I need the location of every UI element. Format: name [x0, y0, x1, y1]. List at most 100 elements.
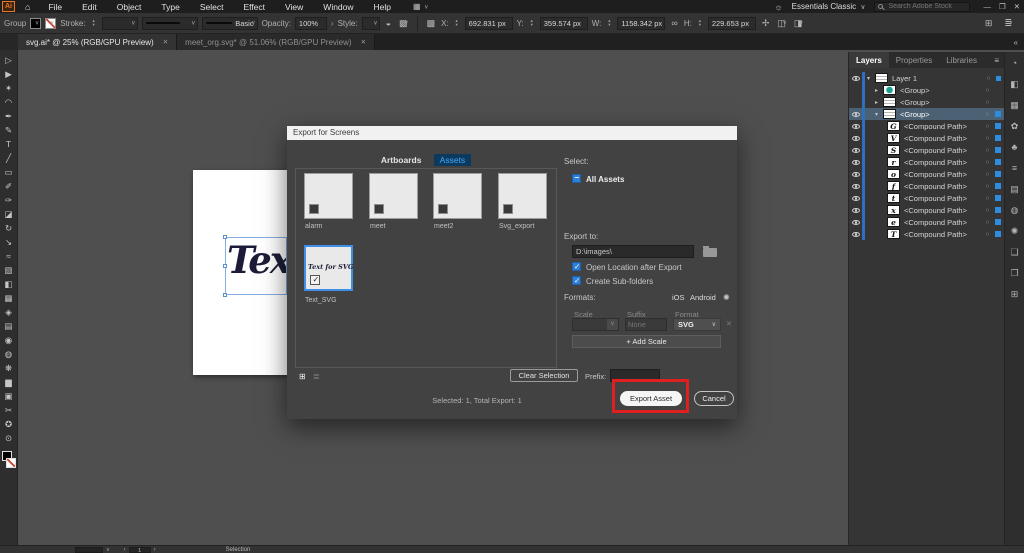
- layer-row[interactable]: r <Compound Path>: [849, 156, 1004, 168]
- isolate-mode-icon[interactable]: ◨: [792, 18, 805, 29]
- layer-row[interactable]: f <Compound Path>: [849, 180, 1004, 192]
- stroke-panel-icon[interactable]: ≡: [1012, 163, 1017, 184]
- visibility-toggle[interactable]: [849, 171, 862, 177]
- x-stepper[interactable]: [453, 17, 461, 30]
- color-panel-icon[interactable]: ◔: [1012, 58, 1017, 79]
- lasso-tool[interactable]: ◠: [0, 95, 17, 109]
- rectangle-tool[interactable]: ▭: [0, 165, 17, 179]
- visibility-toggle[interactable]: [849, 135, 862, 141]
- add-scale-button[interactable]: + Add Scale: [572, 335, 721, 348]
- layer-row[interactable]: t <Compound Path>: [849, 192, 1004, 204]
- lightbulb-icon[interactable]: ☼: [774, 2, 782, 12]
- stroke-weight-select[interactable]: [101, 16, 138, 30]
- gradient-tool[interactable]: ▤: [0, 319, 17, 333]
- layer-row[interactable]: Layer 1: [849, 72, 1004, 84]
- rotate-tool[interactable]: ↻: [0, 221, 17, 235]
- search-input[interactable]: [886, 2, 967, 11]
- clear-selection-button[interactable]: Clear Selection: [510, 369, 578, 382]
- brush-select[interactable]: Basic: [201, 16, 258, 30]
- asset-checkbox[interactable]: [438, 204, 448, 214]
- selection-indicator[interactable]: [995, 147, 1001, 153]
- symbol-sprayer-tool[interactable]: ❋: [0, 361, 17, 375]
- create-subfolders-checkbox[interactable]: [572, 276, 581, 285]
- remove-format-icon[interactable]: ✕: [726, 320, 732, 328]
- blend-tool[interactable]: ◍: [0, 347, 17, 361]
- direct-selection-tool[interactable]: ▶: [0, 67, 17, 81]
- asset-thumbnail-alarm[interactable]: [304, 173, 353, 219]
- menu-edit[interactable]: Edit: [72, 2, 107, 12]
- previous-artboard-icon[interactable]: ‹: [124, 547, 126, 553]
- visibility-toggle[interactable]: [849, 231, 862, 237]
- target-icon[interactable]: [982, 99, 993, 106]
- shape-builder-tool[interactable]: ◧: [0, 277, 17, 291]
- restore-button[interactable]: ❐: [999, 2, 1006, 11]
- scale-tool[interactable]: ↘: [0, 235, 17, 249]
- arrange-grid-icon[interactable]: ⊞: [983, 18, 995, 29]
- selection-indicator[interactable]: [995, 195, 1001, 201]
- format-select[interactable]: SVG: [673, 318, 721, 331]
- artboard-number-field[interactable]: 1: [128, 546, 151, 553]
- selection-tool[interactable]: ▷: [0, 53, 17, 67]
- pen-tool[interactable]: ✒: [0, 109, 17, 123]
- layer-row[interactable]: T <Compound Path>: [849, 228, 1004, 240]
- x-value-field[interactable]: 692.831 px: [464, 16, 513, 30]
- perspective-grid-tool[interactable]: ▦: [0, 291, 17, 305]
- close-icon[interactable]: ✕: [163, 38, 168, 46]
- layer-row[interactable]: e <Compound Path>: [849, 216, 1004, 228]
- color-guide-panel-icon[interactable]: ◧: [1010, 79, 1019, 100]
- chevron-right-icon[interactable]: [875, 87, 883, 94]
- selection-indicator[interactable]: [995, 171, 1001, 177]
- asset-thumbnail-meet2[interactable]: [433, 173, 482, 219]
- target-icon[interactable]: [982, 135, 993, 142]
- selection-handle[interactable]: [223, 293, 227, 297]
- tab-assets[interactable]: Assets: [433, 154, 472, 166]
- recolor-artwork-icon[interactable]: ◒: [384, 18, 393, 28]
- mesh-tool[interactable]: ◈: [0, 305, 17, 319]
- eyedropper-tool[interactable]: ◉: [0, 333, 17, 347]
- w-value-field[interactable]: 1158.342 px: [617, 16, 666, 30]
- curvature-tool[interactable]: ✎: [0, 123, 17, 137]
- swatches-panel-icon[interactable]: ▦: [1010, 100, 1019, 121]
- chevron-down-icon[interactable]: ∨: [106, 547, 110, 553]
- document-tab-meet-org[interactable]: meet_org.svg* @ 51.06% (RGB/GPU Preview)…: [177, 34, 376, 50]
- android-button[interactable]: Android: [690, 293, 716, 302]
- menu-select[interactable]: Select: [190, 2, 234, 12]
- selection-indicator[interactable]: [995, 111, 1001, 117]
- target-icon[interactable]: [982, 195, 993, 202]
- gear-icon[interactable]: ✺: [723, 293, 730, 302]
- line-segment-tool[interactable]: ╱: [0, 151, 17, 165]
- visibility-toggle[interactable]: [849, 219, 862, 225]
- symbols-panel-icon[interactable]: ♣: [1012, 142, 1018, 163]
- all-assets-checkbox[interactable]: [572, 173, 581, 183]
- visibility-toggle[interactable]: [849, 159, 862, 165]
- minimize-button[interactable]: —: [983, 2, 991, 11]
- selection-indicator[interactable]: [995, 123, 1001, 129]
- target-icon[interactable]: [982, 147, 993, 154]
- target-icon[interactable]: [982, 207, 993, 214]
- zoom-level-input[interactable]: [75, 546, 103, 553]
- export-asset-button[interactable]: Export Asset: [620, 391, 682, 406]
- visibility-toggle[interactable]: [849, 183, 862, 189]
- workspace-switcher[interactable]: Essentials Classic ∨: [792, 2, 866, 11]
- menu-view[interactable]: View: [275, 2, 313, 12]
- stroke-swatch[interactable]: [6, 458, 16, 468]
- target-icon[interactable]: [982, 183, 993, 190]
- selection-handle[interactable]: [223, 264, 227, 268]
- tab-properties[interactable]: Properties: [889, 52, 939, 68]
- y-value-field[interactable]: 359.574 px: [539, 16, 588, 30]
- selection-indicator[interactable]: [996, 75, 1001, 81]
- width-profile-select[interactable]: [141, 16, 198, 30]
- menu-file[interactable]: File: [38, 2, 72, 12]
- y-stepper[interactable]: [528, 17, 536, 30]
- visibility-toggle[interactable]: [849, 75, 862, 81]
- h-stepper[interactable]: [696, 17, 704, 30]
- asset-thumbnail-text-svg[interactable]: Text for SVG: [304, 245, 353, 291]
- stroke-color-swatch[interactable]: [45, 17, 57, 29]
- target-icon[interactable]: [982, 231, 993, 238]
- target-icon[interactable]: [983, 75, 994, 82]
- selection-indicator[interactable]: [995, 159, 1001, 165]
- artboard-tool[interactable]: ▣: [0, 389, 17, 403]
- zoom-tool[interactable]: ⊙: [0, 431, 17, 445]
- menu-window[interactable]: Window: [313, 2, 363, 12]
- folder-icon[interactable]: [703, 246, 717, 257]
